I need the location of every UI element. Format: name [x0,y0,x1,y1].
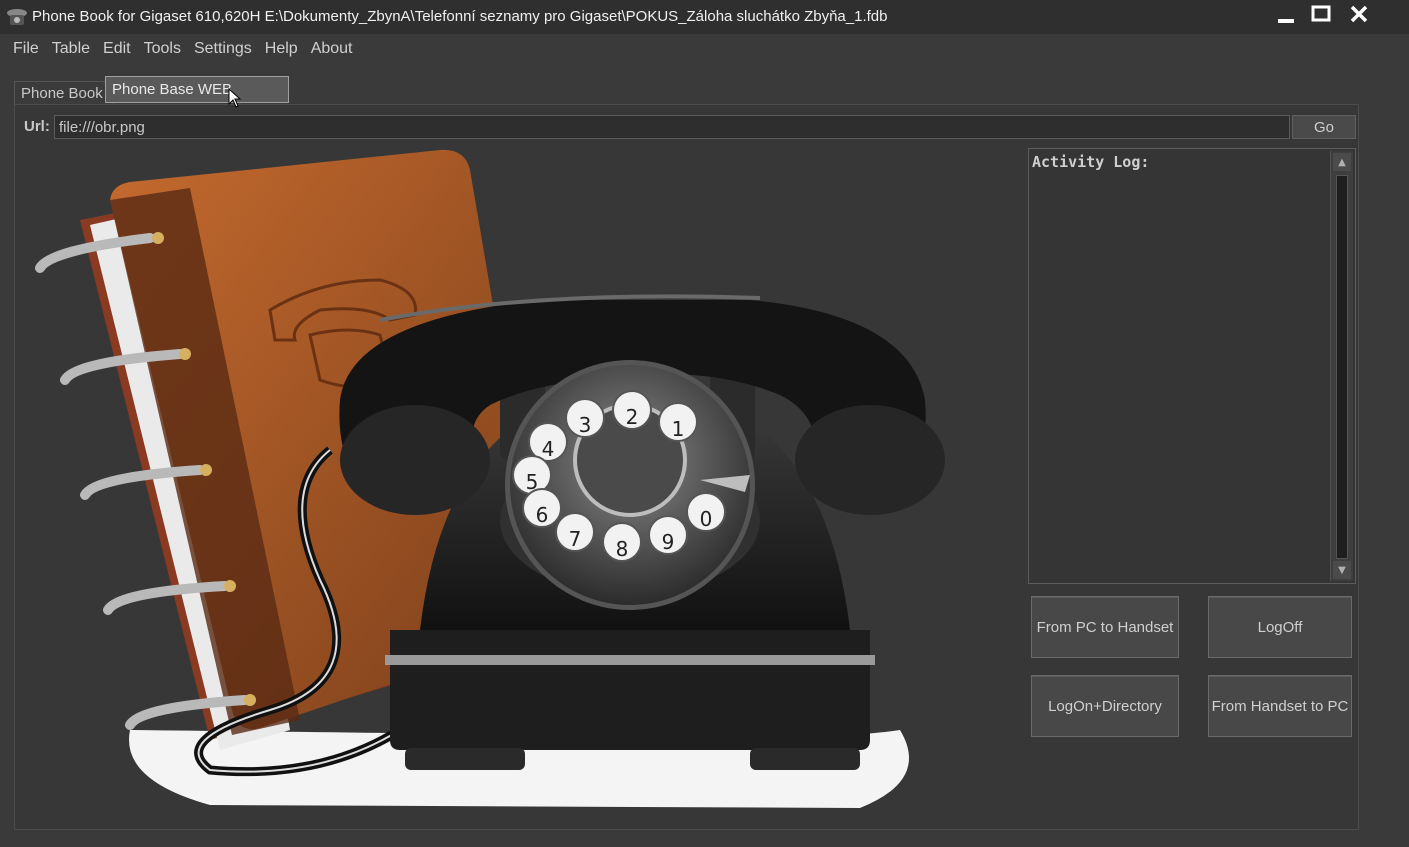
menu-about[interactable]: About [305,40,359,58]
dial-digit: 0 [700,507,713,531]
log-scrollbar[interactable]: ▲ ▼ [1330,151,1353,581]
menu-bar: File Table Edit Tools Settings Help Abou… [0,34,1409,64]
dial-digit: 8 [616,537,629,561]
dial-digit: 4 [542,437,555,461]
scroll-down-icon[interactable]: ▼ [1333,561,1351,579]
minimize-icon[interactable] [1276,4,1304,26]
dial-digit: 6 [536,503,549,527]
dial-digit: 5 [526,470,539,494]
phone-book-illustration: 1 2 3 4 5 6 7 8 9 0 [35,149,945,808]
scroll-thumb[interactable] [1336,175,1348,559]
window-title: Phone Book for Gigaset 610,620H E:\Dokum… [32,8,888,25]
url-label: Url: [24,118,50,135]
url-input[interactable] [54,115,1290,139]
tab-phone-book[interactable]: Phone Book [14,81,114,106]
title-bar: Phone Book for Gigaset 610,620H E:\Dokum… [0,0,1409,34]
dial-digit: 9 [662,530,675,554]
activity-log[interactable]: Activity Log: ▲ ▼ [1028,148,1356,584]
from-pc-to-handset-button[interactable]: From PC to Handset [1031,596,1179,658]
menu-file[interactable]: File [7,40,45,58]
activity-log-title: Activity Log: [1032,153,1150,171]
dial-digit: 2 [626,405,639,429]
close-icon[interactable] [1346,4,1374,26]
phone-icon [7,9,27,25]
tab-phone-base-web[interactable]: Phone Base WEB interface [105,76,289,123]
menu-tools[interactable]: Tools [138,40,187,58]
logon-directory-button[interactable]: LogOn+Directory [1031,675,1179,737]
menu-help[interactable]: Help [259,40,304,58]
maximize-icon[interactable] [1308,4,1336,26]
phone-base [390,630,870,750]
dial-digit: 1 [672,417,685,441]
logoff-button[interactable]: LogOff [1208,596,1352,658]
dial-digit: 7 [569,527,582,551]
scroll-up-icon[interactable]: ▲ [1333,153,1351,171]
menu-settings[interactable]: Settings [188,40,258,58]
menu-edit[interactable]: Edit [97,40,137,58]
dial-digit: 3 [579,413,592,437]
go-button[interactable]: Go [1292,115,1356,139]
menu-table[interactable]: Table [46,40,96,58]
from-handset-to-pc-button[interactable]: From Handset to PC [1208,675,1352,737]
